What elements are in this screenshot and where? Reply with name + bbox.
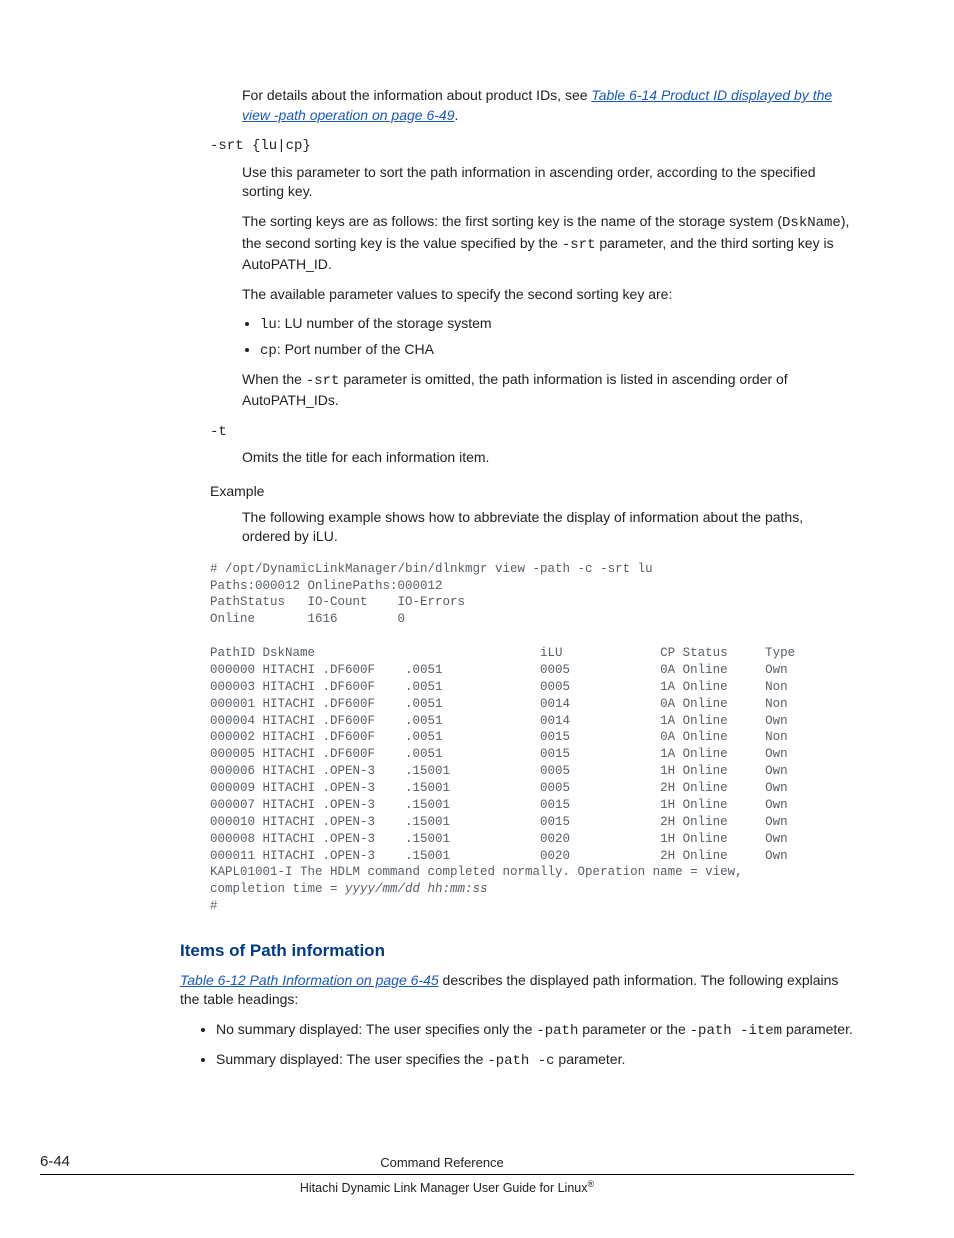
srt-bullets: lu: LU number of the storage system cp: …: [242, 314, 854, 361]
def-t: Omits the title for each information ite…: [242, 448, 854, 468]
code-dskname: DskName: [782, 215, 841, 231]
t-p1: Omits the title for each information ite…: [242, 448, 854, 468]
def-srt: Use this parameter to sort the path info…: [242, 163, 854, 411]
example-label: Example: [210, 482, 854, 502]
code-srt-2: -srt: [306, 373, 340, 389]
code-path-item: -path -item: [690, 1023, 782, 1039]
book-title: Hitachi Dynamic Link Manager User Guide …: [40, 1178, 854, 1198]
link-table-6-12[interactable]: Table 6-12 Path Information on page 6-45: [180, 972, 439, 988]
example-desc: The following example shows how to abbre…: [242, 508, 854, 547]
srt-bullet-lu: lu: LU number of the storage system: [260, 314, 854, 336]
intro-suffix: .: [454, 107, 458, 123]
srt-p2: The sorting keys are as follows: the fir…: [242, 212, 854, 275]
page-content: For details about the information about …: [180, 86, 854, 1071]
items-bullet-no-summary: No summary displayed: The user specifies…: [216, 1020, 854, 1042]
items-bullet-summary: Summary displayed: The user specifies th…: [216, 1050, 854, 1072]
code-path-1: -path: [536, 1023, 578, 1039]
items-intro: Table 6-12 Path Information on page 6-45…: [180, 971, 854, 1010]
srt-p3: The available parameter values to specif…: [242, 285, 854, 305]
code-path-c: -path -c: [487, 1053, 554, 1069]
code-srt-1: -srt: [562, 237, 596, 253]
srt-p4: When the -srt parameter is omitted, the …: [242, 370, 854, 411]
code-block: # /opt/DynamicLinkManager/bin/dlnkmgr vi…: [210, 561, 854, 915]
srt-p1: Use this parameter to sort the path info…: [242, 163, 854, 202]
page-footer: 6-44 Command Reference Hitachi Dynamic L…: [100, 1151, 854, 1198]
intro-prefix: For details about the information about …: [242, 87, 591, 103]
registered-icon: ®: [587, 1179, 594, 1189]
term-srt: -srt {lu|cp}: [210, 137, 854, 157]
items-bullets: No summary displayed: The user specifies…: [198, 1020, 854, 1071]
chapter-title: Command Reference: [70, 1154, 814, 1172]
heading-items-path-info: Items of Path information: [180, 939, 854, 963]
page-number: 6-44: [40, 1151, 70, 1172]
term-t: -t: [210, 423, 854, 443]
srt-bullet-cp: cp: Port number of the CHA: [260, 340, 854, 362]
example-desc-wrap: The following example shows how to abbre…: [242, 508, 854, 547]
intro-paragraph: For details about the information about …: [242, 86, 854, 125]
